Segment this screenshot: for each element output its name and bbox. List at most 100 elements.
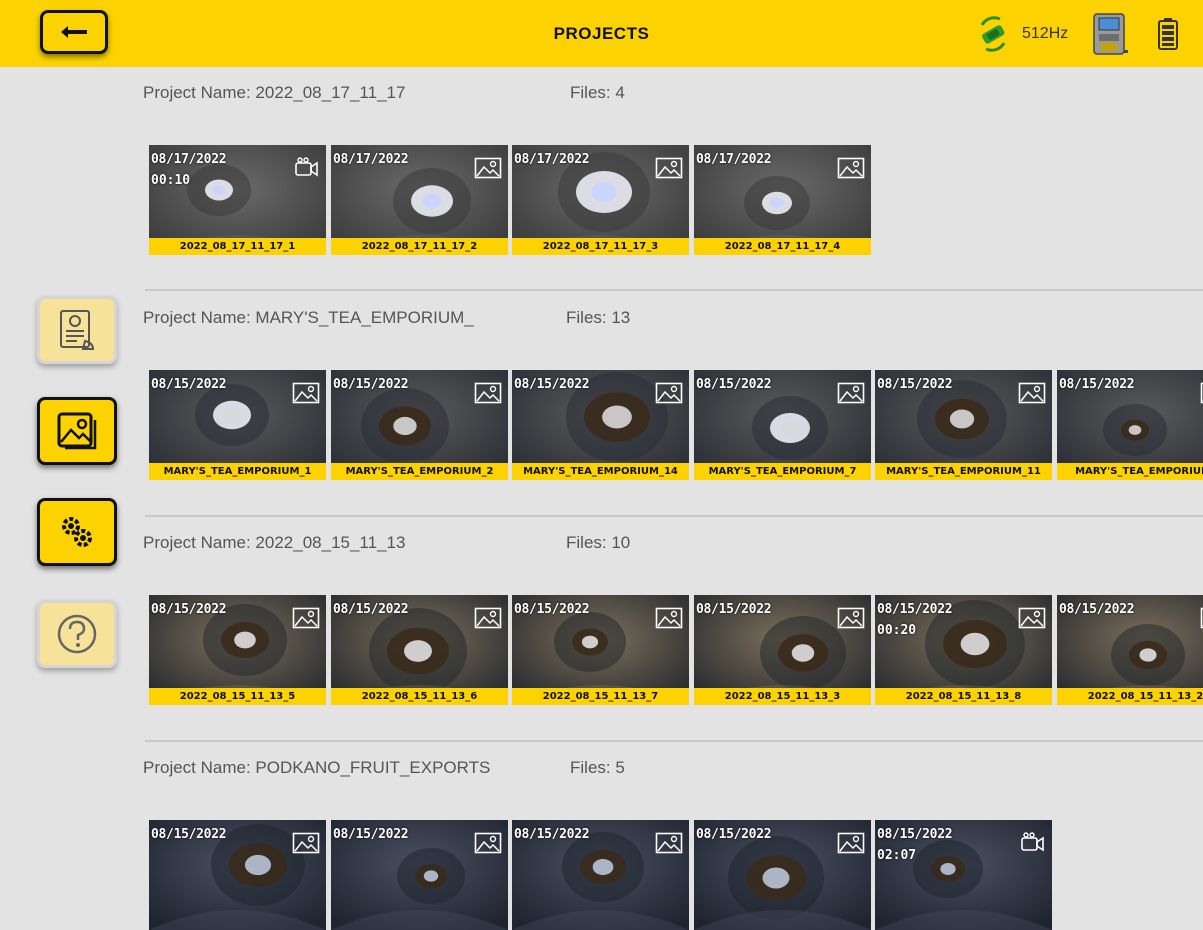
battery-icon bbox=[1157, 14, 1179, 54]
thumbnail-date: 08/15/2022 bbox=[514, 602, 589, 617]
thumbnail-caption: 2022_08_17_11_17_3 bbox=[512, 238, 689, 255]
gallery-icon bbox=[53, 408, 101, 454]
thumbnail-duration: 00:10 bbox=[151, 173, 190, 188]
media-thumbnail[interactable]: 08/15/2022 MARY'S_TEA_EMPORIUM_ bbox=[1057, 370, 1203, 480]
thumbnail-row: 08/15/2022 08/15/2022 bbox=[149, 820, 1203, 930]
media-thumbnail[interactable]: 08/15/202200:20 2022_08_15_11_13_8 bbox=[875, 595, 1052, 705]
media-thumbnail[interactable]: 08/15/2022 2022_08_15_11_13_3 bbox=[694, 595, 871, 705]
video-icon bbox=[1020, 832, 1046, 854]
image-icon bbox=[1018, 607, 1046, 629]
signal-icon bbox=[974, 14, 1012, 54]
thumbnail-date: 08/17/2022 bbox=[151, 152, 226, 167]
thumbnail-date: 08/15/2022 bbox=[1059, 377, 1134, 392]
thumbnail-caption: 2022_08_15_11_13_7 bbox=[512, 688, 689, 705]
thumbnail-date: 08/15/2022 bbox=[696, 377, 771, 392]
media-thumbnail[interactable]: 08/15/2022 MARY'S_TEA_EMPORIUM_2 bbox=[331, 370, 508, 480]
video-icon bbox=[294, 157, 320, 179]
thumbnail-date: 08/15/2022 bbox=[514, 827, 589, 842]
help-button[interactable] bbox=[37, 600, 117, 668]
thumbnail-date: 08/15/2022 bbox=[696, 827, 771, 842]
image-icon bbox=[655, 382, 683, 404]
thumbnail-caption: MARY'S_TEA_EMPORIUM_ bbox=[1057, 463, 1203, 480]
thumbnail-date: 08/15/2022 bbox=[696, 602, 771, 617]
thumbnail-caption: 2022_08_17_11_17_1 bbox=[149, 238, 326, 255]
thumbnail-date: 08/15/2022 bbox=[877, 827, 952, 842]
media-thumbnail[interactable]: 08/15/2022 2022_08_15_11_13_7 bbox=[512, 595, 689, 705]
thumbnail-row: 08/15/2022 2022_08_15_11_13_5 08/15/2022… bbox=[149, 595, 1203, 705]
thumbnail-caption: MARY'S_TEA_EMPORIUM_11 bbox=[875, 463, 1052, 480]
image-icon bbox=[474, 382, 502, 404]
media-thumbnail[interactable]: 08/15/2022 MARY'S_TEA_EMPORIUM_14 bbox=[512, 370, 689, 480]
media-thumbnail[interactable]: 08/15/2022 MARY'S_TEA_EMPORIUM_1 bbox=[149, 370, 326, 480]
media-thumbnail[interactable]: 08/15/2022 bbox=[149, 820, 326, 930]
thumbnail-row: 08/17/2022 00:10 2022_08_17_11_17_1 08/17… bbox=[149, 145, 1203, 255]
media-thumbnail[interactable]: 08/15/2022 02:07 bbox=[875, 820, 1052, 930]
project-name: Project Name: 2022_08_17_11_17 bbox=[143, 83, 405, 103]
image-icon bbox=[837, 382, 865, 404]
thumbnail-date: 08/17/2022 bbox=[333, 152, 408, 167]
settings-icon bbox=[57, 512, 97, 552]
image-icon bbox=[292, 382, 320, 404]
thumbnail-duration: 02:07 bbox=[877, 848, 916, 863]
project-name: Project Name: 2022_08_15_11_13 bbox=[143, 533, 405, 553]
thumbnail-date: 08/15/2022 bbox=[877, 377, 952, 392]
thumbnail-date: 08/15/2022 bbox=[877, 602, 952, 617]
thumbnail-caption: 2022_08_15_11_13_5 bbox=[149, 688, 326, 705]
media-thumbnail[interactable]: 08/15/2022 bbox=[331, 820, 508, 930]
project-divider bbox=[145, 289, 1203, 291]
media-thumbnail[interactable]: 08/15/2022 2022_08_15_11_13_2 bbox=[1057, 595, 1203, 705]
thumbnail-date: 08/15/2022 bbox=[151, 827, 226, 842]
thumbnail-caption: MARY'S_TEA_EMPORIUM_14 bbox=[512, 463, 689, 480]
media-thumbnail[interactable]: 08/17/2022 2022_08_17_11_17_4 bbox=[694, 145, 871, 255]
gallery-button[interactable] bbox=[37, 397, 117, 465]
media-thumbnail[interactable]: 08/15/2022 2022_08_15_11_13_6 bbox=[331, 595, 508, 705]
help-icon bbox=[55, 612, 99, 656]
image-icon bbox=[1018, 382, 1046, 404]
report-icon bbox=[53, 307, 101, 353]
image-icon bbox=[292, 832, 320, 854]
thumbnail-date: 08/15/2022 bbox=[333, 827, 408, 842]
thumbnail-date: 08/15/2022 bbox=[151, 377, 226, 392]
thumbnail-date: 08/17/2022 bbox=[514, 152, 589, 167]
thumbnail-date: 08/15/2022 bbox=[1059, 602, 1134, 617]
image-icon bbox=[655, 157, 683, 179]
media-thumbnail[interactable]: 08/15/2022 bbox=[512, 820, 689, 930]
thumbnail-date: 08/15/2022 bbox=[151, 602, 226, 617]
project-file-count: Files: 13 bbox=[566, 308, 630, 328]
thumbnail-date: 08/15/2022 bbox=[514, 377, 589, 392]
image-icon bbox=[655, 607, 683, 629]
media-thumbnail[interactable]: 08/17/2022 2022_08_17_11_17_2 bbox=[331, 145, 508, 255]
media-thumbnail[interactable]: 08/15/2022 bbox=[694, 820, 871, 930]
thumbnail-caption: MARY'S_TEA_EMPORIUM_1 bbox=[149, 463, 326, 480]
media-thumbnail[interactable]: 08/17/2022 2022_08_17_11_17_3 bbox=[512, 145, 689, 255]
thumbnail-caption: 2022_08_17_11_17_4 bbox=[694, 238, 871, 255]
project-divider bbox=[145, 515, 1203, 517]
thumbnail-caption: MARY'S_TEA_EMPORIUM_7 bbox=[694, 463, 871, 480]
thumbnail-caption: 2022_08_17_11_17_2 bbox=[331, 238, 508, 255]
image-icon bbox=[474, 607, 502, 629]
project-file-count: Files: 4 bbox=[570, 83, 625, 103]
report-button[interactable] bbox=[37, 296, 117, 364]
thumbnail-row: 08/15/2022 MARY'S_TEA_EMPORIUM_1 08/15/2… bbox=[149, 370, 1203, 480]
image-icon bbox=[837, 832, 865, 854]
thumbnail-caption: 2022_08_15_11_13_3 bbox=[694, 688, 871, 705]
image-icon bbox=[474, 157, 502, 179]
media-thumbnail[interactable]: 08/15/2022 MARY'S_TEA_EMPORIUM_11 bbox=[875, 370, 1052, 480]
thumbnail-date: 08/15/2022 bbox=[333, 602, 408, 617]
image-icon bbox=[655, 832, 683, 854]
frequency-readout: 512Hz bbox=[1022, 14, 1068, 54]
image-icon bbox=[837, 607, 865, 629]
media-thumbnail[interactable]: 08/15/2022 2022_08_15_11_13_5 bbox=[149, 595, 326, 705]
thumbnail-caption: MARY'S_TEA_EMPORIUM_2 bbox=[331, 463, 508, 480]
settings-button[interactable] bbox=[37, 498, 117, 566]
thumbnail-caption: 2022_08_15_11_13_2 bbox=[1057, 688, 1203, 705]
top-bar: PROJECTS 512Hz bbox=[0, 0, 1203, 67]
project-file-count: Files: 5 bbox=[570, 758, 625, 778]
media-thumbnail[interactable]: 08/15/2022 MARY'S_TEA_EMPORIUM_7 bbox=[694, 370, 871, 480]
image-icon bbox=[292, 607, 320, 629]
thumbnail-date: 08/17/2022 bbox=[696, 152, 771, 167]
media-thumbnail[interactable]: 08/17/2022 00:10 2022_08_17_11_17_1 bbox=[149, 145, 326, 255]
thumbnail-date: 08/15/2022 bbox=[333, 377, 408, 392]
project-divider bbox=[145, 740, 1203, 742]
project-file-count: Files: 10 bbox=[566, 533, 630, 553]
